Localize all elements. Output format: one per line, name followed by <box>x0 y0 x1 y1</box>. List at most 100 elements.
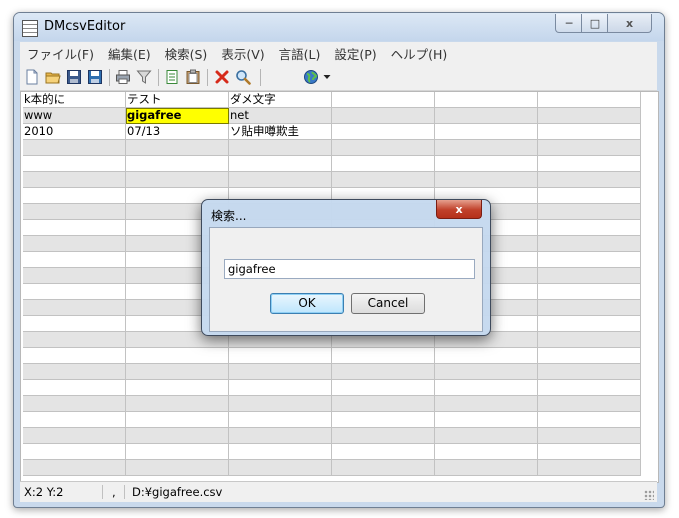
grid-cell[interactable] <box>23 155 126 172</box>
grid-cell[interactable] <box>434 107 538 124</box>
cancel-button[interactable]: Cancel <box>351 293 425 314</box>
grid-cell[interactable] <box>23 219 126 236</box>
grid-cell[interactable] <box>23 379 126 396</box>
minimize-button[interactable]: ─ <box>555 14 583 33</box>
grid-cell[interactable] <box>331 171 435 188</box>
grid-cell[interactable] <box>537 443 641 460</box>
copy-icon[interactable] <box>164 69 180 85</box>
grid-cell[interactable] <box>537 203 641 220</box>
grid-cell[interactable] <box>23 459 126 476</box>
grid-cell[interactable] <box>23 411 126 428</box>
grid-cell[interactable] <box>125 155 229 172</box>
menu-search[interactable]: 検索(S) <box>158 44 215 63</box>
grid-cell[interactable] <box>537 155 641 172</box>
title-bar[interactable]: DMcsvEditor ─ □ x <box>14 13 664 41</box>
grid-cell[interactable] <box>537 299 641 316</box>
grid-cell[interactable] <box>125 459 229 476</box>
delete-icon[interactable] <box>214 69 230 85</box>
print-icon[interactable] <box>115 69 131 85</box>
grid-cell[interactable] <box>23 139 126 156</box>
grid-cell[interactable] <box>23 235 126 252</box>
grid-cell[interactable] <box>331 395 435 412</box>
grid-cell[interactable] <box>228 427 332 444</box>
grid-cell[interactable] <box>23 171 126 188</box>
grid-cell[interactable] <box>537 395 641 412</box>
grid-cell[interactable] <box>228 379 332 396</box>
grid-cell[interactable] <box>537 251 641 268</box>
grid-cell[interactable] <box>434 379 538 396</box>
grid-cell[interactable] <box>537 411 641 428</box>
grid-cell[interactable]: テスト <box>125 92 229 108</box>
grid-cell[interactable] <box>125 363 229 380</box>
save-as-icon[interactable] <box>87 69 103 85</box>
menu-file[interactable]: ファイル(F) <box>20 44 101 63</box>
grid-cell[interactable] <box>125 395 229 412</box>
ok-button[interactable]: OK <box>270 293 344 314</box>
grid-cell[interactable] <box>434 459 538 476</box>
menu-settings[interactable]: 設定(P) <box>327 44 383 63</box>
menu-help[interactable]: ヘルプ(H) <box>384 44 455 63</box>
grid-cell[interactable] <box>23 315 126 332</box>
grid-cell[interactable] <box>228 155 332 172</box>
grid-cell[interactable] <box>537 107 641 124</box>
grid-cell[interactable] <box>23 267 126 284</box>
grid-cell[interactable] <box>434 347 538 364</box>
grid-cell[interactable] <box>23 331 126 348</box>
grid-cell[interactable] <box>537 267 641 284</box>
grid-cell[interactable] <box>434 427 538 444</box>
grid-cell[interactable] <box>331 155 435 172</box>
grid-cell[interactable] <box>537 283 641 300</box>
paste-icon[interactable] <box>185 69 201 85</box>
grid-cell[interactable] <box>537 363 641 380</box>
grid-cell[interactable] <box>434 443 538 460</box>
grid-cell[interactable] <box>331 363 435 380</box>
maximize-button[interactable]: □ <box>581 14 609 33</box>
grid-cell[interactable] <box>228 139 332 156</box>
new-file-icon[interactable] <box>24 69 40 85</box>
grid-cell[interactable] <box>228 363 332 380</box>
search-input[interactable] <box>224 259 475 279</box>
grid-cell[interactable] <box>331 139 435 156</box>
search-icon[interactable] <box>235 69 251 85</box>
grid-cell[interactable] <box>23 395 126 412</box>
grid-cell[interactable] <box>331 427 435 444</box>
grid-cell[interactable] <box>23 251 126 268</box>
grid-cell[interactable] <box>537 123 641 140</box>
grid-cell[interactable] <box>125 139 229 156</box>
grid-cell[interactable] <box>228 411 332 428</box>
grid-cell[interactable] <box>537 347 641 364</box>
grid-cell[interactable] <box>125 443 229 460</box>
grid-cell[interactable] <box>331 459 435 476</box>
grid-cell[interactable] <box>331 379 435 396</box>
grid-cell[interactable] <box>537 92 641 108</box>
grid-cell[interactable] <box>537 235 641 252</box>
save-icon[interactable] <box>66 69 82 85</box>
grid-cell[interactable] <box>434 155 538 172</box>
grid-cell[interactable] <box>228 347 332 364</box>
grid-cell[interactable] <box>434 395 538 412</box>
grid-cell[interactable] <box>125 427 229 444</box>
grid-cell[interactable] <box>331 92 435 108</box>
grid-cell[interactable]: 2010 <box>23 123 126 140</box>
grid-cell[interactable] <box>537 331 641 348</box>
menu-view[interactable]: 表示(V) <box>214 44 271 63</box>
grid-cell[interactable] <box>125 411 229 428</box>
grid-cell[interactable] <box>125 347 229 364</box>
grid-cell[interactable]: net <box>228 107 332 124</box>
grid-cell[interactable] <box>537 315 641 332</box>
grid-cell[interactable] <box>331 107 435 124</box>
grid-cell[interactable] <box>434 92 538 108</box>
open-folder-icon[interactable] <box>45 69 61 85</box>
filter-icon[interactable] <box>136 69 152 85</box>
dropdown-arrow-icon[interactable] <box>322 69 332 85</box>
grid-cell[interactable] <box>434 139 538 156</box>
menu-edit[interactable]: 編集(E) <box>101 44 158 63</box>
grid-cell[interactable] <box>537 171 641 188</box>
grid-cell[interactable]: 07/13 <box>125 123 229 140</box>
grid-cell[interactable]: k本的に <box>23 92 126 108</box>
grid-cell[interactable] <box>228 459 332 476</box>
grid-cell[interactable]: ダメ文字 <box>228 92 332 108</box>
grid-cell[interactable] <box>434 363 538 380</box>
grid-cell[interactable] <box>125 171 229 188</box>
grid-cell[interactable] <box>537 219 641 236</box>
